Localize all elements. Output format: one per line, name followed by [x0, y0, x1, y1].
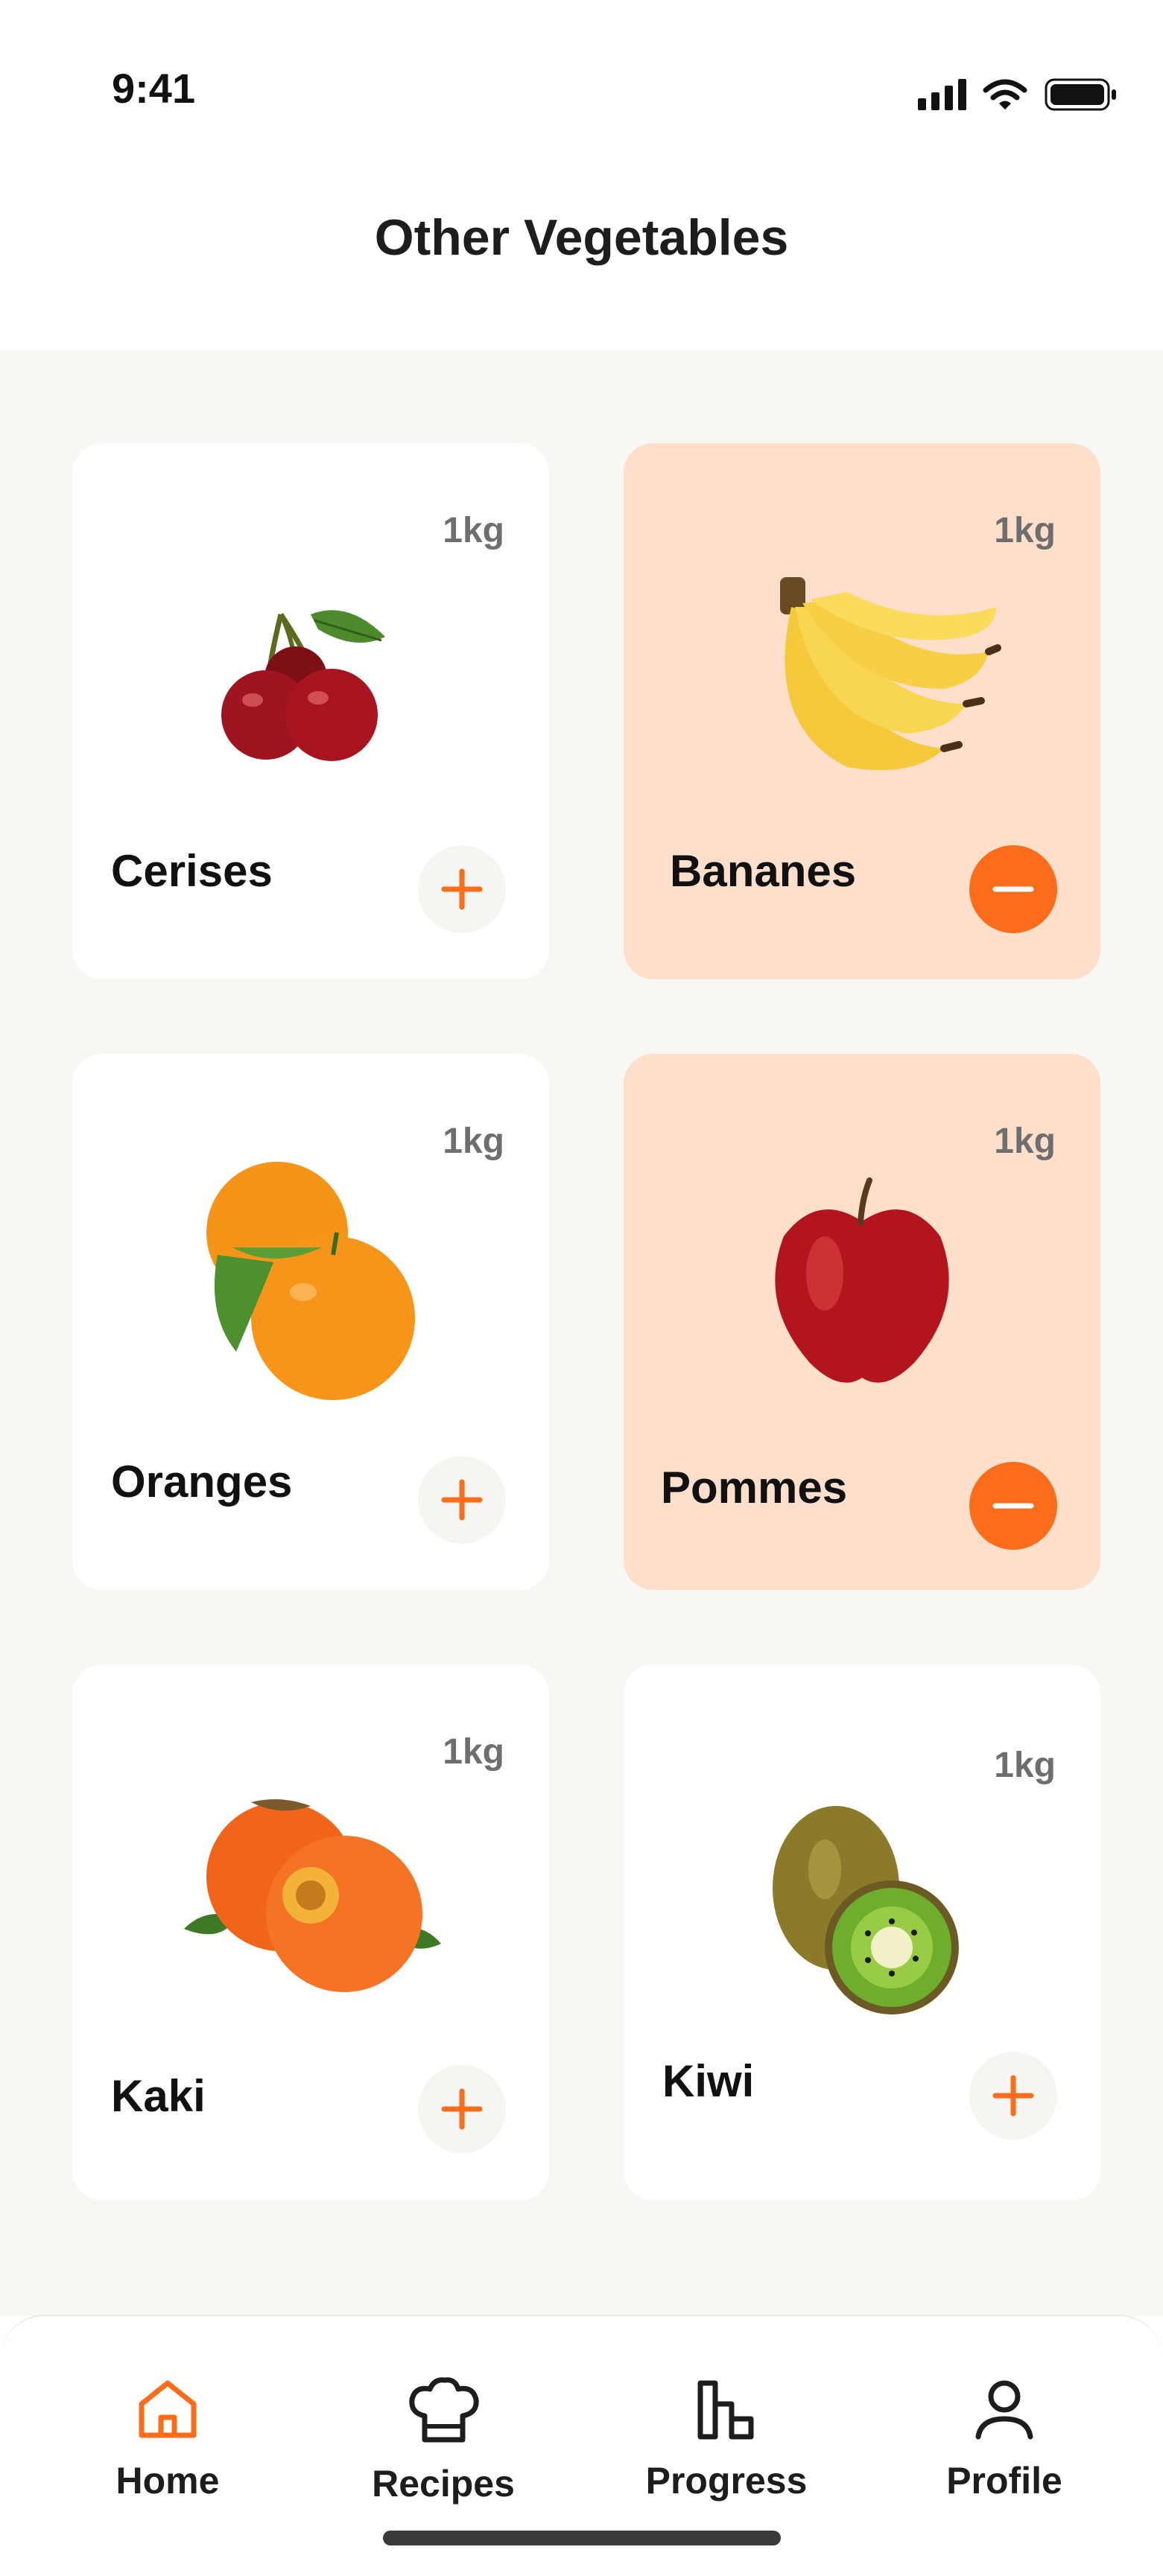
minus-icon [992, 1503, 1034, 1509]
product-card-oranges[interactable]: 1kg Oranges [72, 1054, 549, 1590]
product-weight: 1kg [994, 1122, 1056, 1161]
nav-item-recipes[interactable]: Recipes [332, 2377, 555, 2505]
home-indicator[interactable] [383, 2531, 781, 2545]
plus-icon [441, 868, 483, 910]
nav-label-progress: Progress [645, 2460, 808, 2502]
product-card-kaki[interactable]: 1kg Kaki [72, 1664, 549, 2201]
wifi-icon [983, 79, 1027, 109]
product-name: Bananes [670, 846, 857, 896]
product-weight: 1kg [443, 1732, 504, 1772]
remove-button[interactable] [969, 845, 1057, 933]
cherries-image [221, 610, 385, 761]
user-icon [975, 2380, 1033, 2440]
nav-item-progress[interactable]: Progress [615, 2377, 838, 2502]
oranges-image [206, 1162, 415, 1400]
nav-item-profile[interactable]: Profile [893, 2377, 1116, 2502]
product-card-cerises[interactable]: 1kg Cerises [72, 443, 549, 979]
nav-label-profile: Profile [946, 2460, 1062, 2502]
add-button[interactable] [418, 1456, 506, 1544]
product-name: Kiwi [662, 2056, 755, 2106]
product-weight: 1kg [994, 511, 1056, 550]
product-grid: 1kg Cerises 1kg Bananes 1kg Oranges 1kg … [0, 350, 1163, 2316]
apple-image [775, 1177, 949, 1383]
nav-item-home[interactable]: Home [56, 2377, 279, 2502]
product-name: Cerises [111, 846, 273, 896]
battery-icon [1045, 78, 1116, 111]
home-icon [139, 2380, 197, 2438]
product-card-kiwi[interactable]: 1kg Kiwi [624, 1664, 1100, 2201]
persimmon-image [184, 1799, 441, 1992]
add-button[interactable] [969, 2052, 1057, 2140]
bar-chart-icon [697, 2380, 754, 2440]
nav-label-recipes: Recipes [372, 2463, 515, 2505]
cellular-signal-icon [918, 79, 966, 110]
product-name: Oranges [111, 1457, 293, 1507]
bananas-image [780, 577, 1001, 771]
product-name: Pommes [661, 1463, 848, 1513]
product-name: Kaki [111, 2071, 206, 2121]
plus-icon [441, 2088, 483, 2130]
page-title: Other Vegetables [374, 209, 789, 266]
product-weight: 1kg [994, 1746, 1056, 1785]
product-card-pommes[interactable]: 1kg Pommes [624, 1054, 1100, 1590]
plus-icon [992, 2075, 1034, 2117]
product-weight: 1kg [443, 511, 504, 550]
add-button[interactable] [418, 2065, 506, 2153]
status-icons [918, 77, 1118, 112]
plus-icon [441, 1479, 483, 1521]
kiwi-image [773, 1806, 959, 2014]
minus-icon [992, 886, 1034, 892]
nav-label-home: Home [115, 2460, 220, 2502]
chef-hat-icon [409, 2377, 479, 2443]
product-weight: 1kg [443, 1122, 504, 1161]
product-card-bananes[interactable]: 1kg Bananes [624, 443, 1100, 979]
status-time: 9:41 [112, 65, 196, 112]
add-button[interactable] [418, 845, 506, 933]
remove-button[interactable] [969, 1462, 1057, 1550]
